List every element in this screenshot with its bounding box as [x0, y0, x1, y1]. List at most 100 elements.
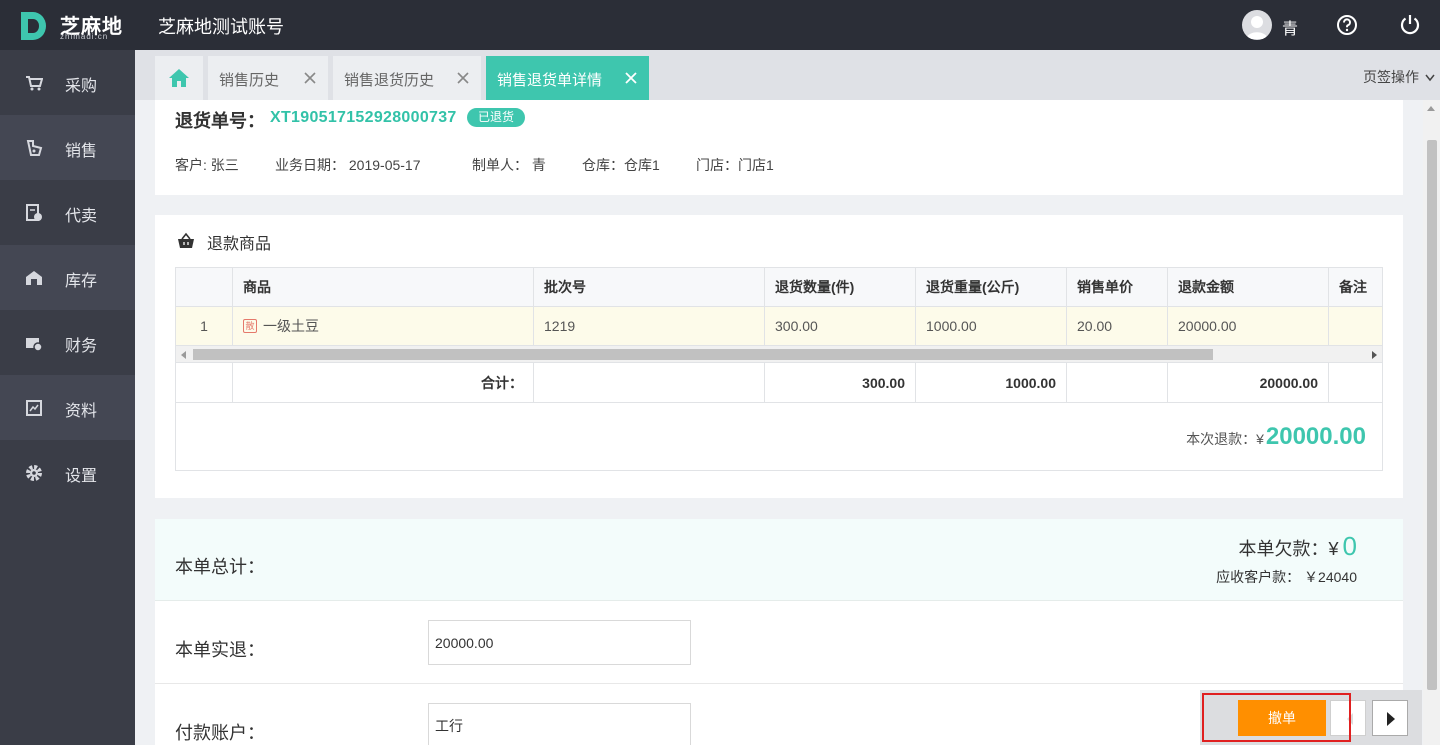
user-name: 青 — [1282, 21, 1299, 38]
top-bar: 芝麻地 zhimadi.cn 芝麻地测试账号 青 — [0, 0, 1440, 50]
total-weight: 1000.00 — [916, 363, 1067, 402]
close-icon[interactable] — [624, 71, 638, 85]
column-header: 备注 — [1339, 279, 1367, 295]
receivable-amount: 应收客户款： ￥24040 — [1216, 569, 1357, 585]
sidebar-item-inventory[interactable]: 库存 — [0, 245, 135, 310]
actual-refund-row: 本单实退： 20000.00 — [155, 601, 1403, 684]
help-icon[interactable] — [1336, 14, 1358, 36]
sidebar-item-label: 库存 — [65, 273, 98, 290]
order-number: XT190517152928000737 — [270, 109, 457, 126]
store-info: 门店：门店1 — [696, 157, 774, 173]
sidebar-item-settings[interactable]: 设置 — [0, 440, 135, 505]
sale-icon — [26, 140, 43, 156]
footer-index — [176, 363, 233, 402]
sidebar-item-consign[interactable]: 代卖 — [0, 180, 135, 245]
sidebar-item-label: 采购 — [65, 78, 98, 95]
basket-icon — [178, 232, 194, 248]
sidebar-item-sale[interactable]: 销售 — [0, 115, 135, 180]
scrollbar-thumb[interactable] — [1427, 140, 1437, 690]
home-icon — [169, 69, 189, 87]
sidebar-item-purchase[interactable]: 采购 — [0, 50, 135, 115]
logo[interactable]: 芝麻地 zhimadi.cn — [18, 10, 130, 44]
header-index — [176, 268, 233, 306]
refund-products-card: 退款商品 商品 批次号 退货数量(件) 退货重量(公斤) 销售单价 退款金额 备… — [155, 215, 1403, 498]
refund-amount: 20000.00 — [1168, 307, 1329, 345]
column-header: 批次号 — [534, 268, 765, 306]
unit-price: 20.00 — [1067, 307, 1168, 345]
return-quantity: 300.00 — [765, 307, 916, 345]
sidebar-item-finance[interactable]: 财务 — [0, 310, 135, 375]
sidebar-item-data[interactable]: 资料 — [0, 375, 135, 440]
scroll-left-arrow[interactable] — [181, 351, 186, 359]
tab-label: 销售退货历史 — [344, 72, 435, 89]
products-table: 商品 批次号 退货数量(件) 退货重量(公斤) 销售单价 退款金额 备注 1 散… — [175, 267, 1383, 471]
tab-label: 销售历史 — [219, 72, 280, 89]
warehouse-info: 仓库：仓库1 — [582, 157, 660, 173]
column-header: 销售单价 — [1067, 268, 1168, 306]
bulk-tag-icon: 散 — [243, 319, 257, 333]
close-icon[interactable] — [303, 71, 317, 85]
debt-amount: 本单欠款：¥ 0 — [1239, 531, 1357, 562]
tab-home[interactable] — [155, 56, 203, 100]
next-arrow-icon — [1387, 712, 1395, 726]
totals-header: 本单总计： 本单欠款：¥ 0 应收客户款： ￥24040 — [155, 519, 1403, 601]
row-index: 1 — [176, 307, 233, 345]
tab-sales-return-detail[interactable]: 销售退货单详情 — [486, 56, 649, 100]
scroll-up-arrow[interactable] — [1427, 106, 1435, 111]
tab-sales-history[interactable]: 销售历史 — [208, 56, 328, 100]
finance-icon — [26, 338, 43, 352]
sidebar: 采购 销售 代卖 库存 财务 资料 设置 — [0, 50, 135, 745]
totals-title: 本单总计： — [175, 557, 265, 577]
footer-price — [1067, 363, 1168, 402]
scroll-right-arrow[interactable] — [1372, 351, 1377, 359]
consign-icon — [26, 204, 42, 221]
refund-currency: ¥ — [1256, 431, 1264, 447]
total-quantity: 300.00 — [765, 363, 916, 402]
next-button[interactable] — [1372, 700, 1408, 736]
debt-value: 0 — [1342, 531, 1357, 561]
actual-refund-label: 本单实退： — [175, 640, 265, 660]
tab-bar: 销售历史 销售退货历史 销售退货单详情 页签操作 — [135, 50, 1440, 100]
logo-mark-icon — [21, 12, 46, 40]
refund-label: 本次退款： — [1186, 431, 1257, 447]
order-number-label: 退货单号： — [175, 111, 265, 131]
section-title: 退款商品 — [207, 236, 272, 253]
footer-batch — [534, 363, 765, 402]
tab-sales-return-history[interactable]: 销售退货历史 — [333, 56, 481, 100]
sidebar-item-label: 销售 — [65, 143, 98, 160]
creator-info: 制单人： 青 — [472, 157, 546, 173]
note — [1329, 307, 1382, 345]
status-badge: 已退货 — [467, 108, 526, 127]
avatar-icon — [1246, 16, 1268, 39]
customer-info: 客户: 张三 — [175, 157, 239, 173]
footer-note — [1329, 363, 1382, 402]
product-cell: 散 一级土豆 — [233, 307, 534, 345]
debt-label: 本单欠款：¥ — [1238, 539, 1339, 559]
scrollbar-thumb[interactable] — [193, 349, 1213, 360]
business-date: 业务日期： 2019-05-17 — [275, 157, 421, 173]
power-icon[interactable] — [1399, 13, 1421, 35]
tab-operations-menu[interactable]: 页签操作 — [1363, 67, 1435, 87]
total-label: 合计： — [233, 363, 534, 402]
total-amount: 20000.00 — [1168, 363, 1329, 402]
page-scrollbar[interactable] — [1423, 100, 1440, 745]
table-row[interactable]: 1 散 一级土豆 1219 300.00 1000.00 20.00 20000… — [176, 307, 1382, 346]
sidebar-item-label: 资料 — [65, 403, 98, 420]
order-header-card: 退货单号： XT190517152928000737 已退货 客户: 张三 业务… — [155, 100, 1403, 195]
this-refund: 本次退款：¥20000.00 — [1186, 423, 1366, 451]
warehouse-icon — [26, 271, 42, 285]
chevron-down-icon — [1425, 74, 1435, 82]
column-header: 商品 — [233, 268, 534, 306]
table-header-row: 商品 批次号 退货数量(件) 退货重量(公斤) 销售单价 退款金额 备注 — [176, 268, 1382, 307]
tab-operations-label: 页签操作 — [1363, 69, 1419, 85]
payment-account-field[interactable]: 工行 — [428, 703, 691, 745]
actual-refund-field[interactable]: 20000.00 — [428, 620, 691, 665]
return-weight: 1000.00 — [916, 307, 1067, 345]
data-icon — [26, 400, 42, 416]
sidebar-item-label: 设置 — [65, 468, 98, 485]
sidebar-item-label: 代卖 — [65, 208, 98, 225]
table-horizontal-scrollbar[interactable] — [176, 346, 1382, 363]
user-avatar[interactable] — [1242, 10, 1272, 40]
logo-subtitle: zhimadi.cn — [60, 32, 109, 41]
close-icon[interactable] — [456, 71, 470, 85]
